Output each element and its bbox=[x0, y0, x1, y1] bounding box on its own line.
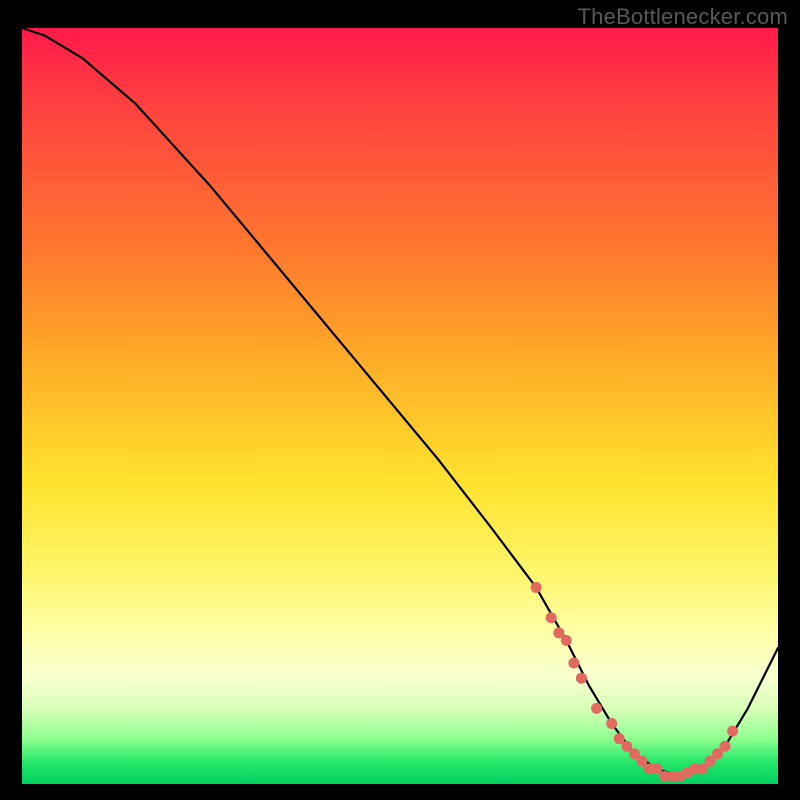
chart-frame: TheBottlenecker.com bbox=[0, 0, 800, 800]
curve-dot bbox=[606, 718, 617, 729]
curve-layer bbox=[22, 28, 778, 784]
curve-dot bbox=[727, 726, 738, 737]
curve-dot bbox=[531, 582, 542, 593]
curve-dot bbox=[561, 635, 572, 646]
curve-dot bbox=[568, 658, 579, 669]
curve-dots-group bbox=[531, 582, 739, 782]
bottleneck-curve bbox=[22, 28, 778, 776]
curve-dot bbox=[546, 612, 557, 623]
curve-dot bbox=[720, 741, 731, 752]
plot-outer bbox=[22, 28, 778, 784]
watermark-text: TheBottlenecker.com bbox=[578, 4, 788, 30]
curve-dot bbox=[576, 673, 587, 684]
curve-dot bbox=[591, 703, 602, 714]
